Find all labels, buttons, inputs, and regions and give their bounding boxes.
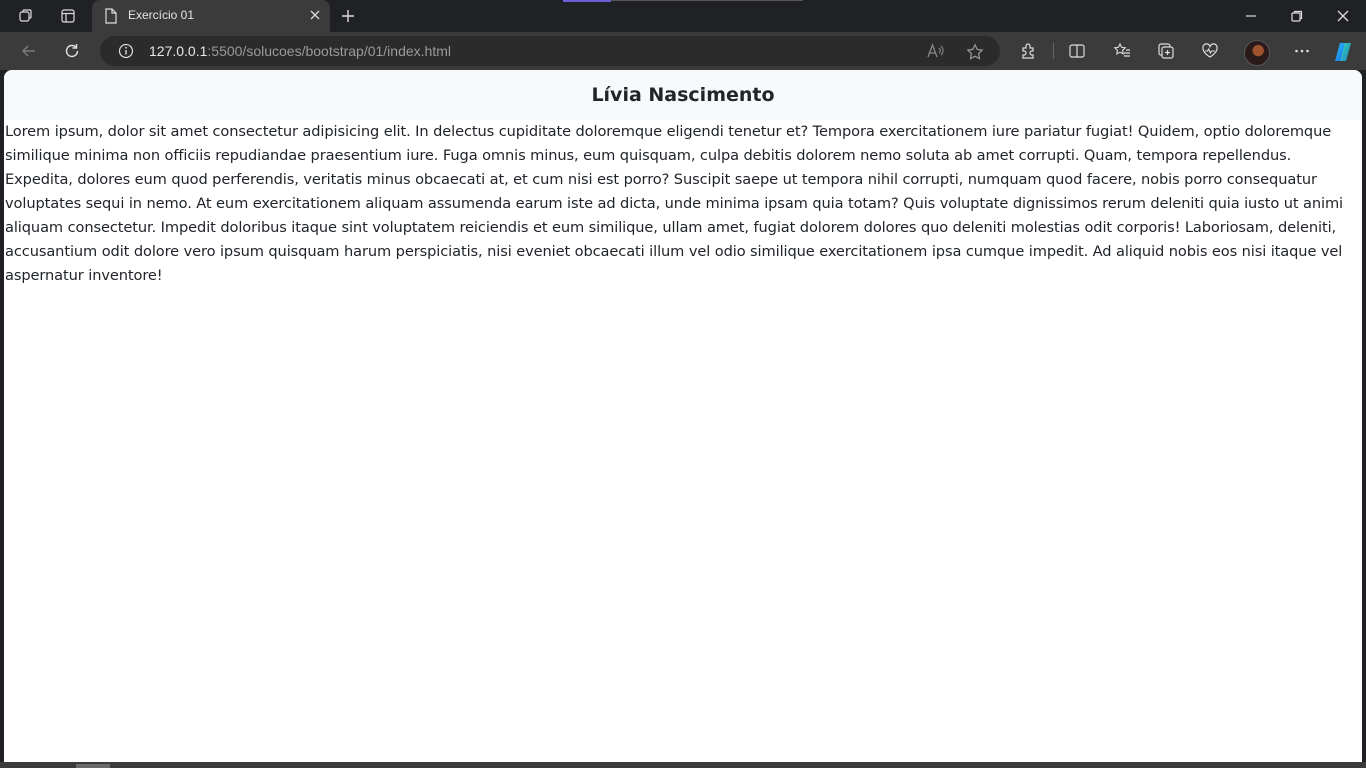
- new-tab-icon[interactable]: [340, 8, 356, 24]
- restore-icon[interactable]: [1290, 9, 1304, 23]
- extensions-icon[interactable]: [1020, 42, 1038, 60]
- workspaces-icon[interactable]: [18, 8, 34, 24]
- split-screen-icon[interactable]: [1068, 42, 1086, 60]
- favorites-icon[interactable]: [1113, 42, 1131, 60]
- refresh-icon[interactable]: [63, 42, 81, 60]
- tab-actions-icon[interactable]: [60, 8, 76, 24]
- close-window-icon[interactable]: [1336, 9, 1350, 23]
- more-options-icon[interactable]: [1293, 42, 1311, 60]
- window-bottom-edge: [0, 762, 1366, 768]
- active-tab[interactable]: Exercício 01: [92, 0, 330, 32]
- read-aloud-icon[interactable]: [926, 43, 944, 59]
- toolbar-separator: [1053, 43, 1054, 59]
- page-header: Lívia Nascimento: [4, 70, 1362, 120]
- page-icon: [104, 8, 118, 24]
- page-viewport: Lívia Nascimento Lorem ipsum, dolor sit …: [4, 70, 1362, 762]
- lorem-paragraph: Lorem ipsum, dolor sit amet consectetur …: [5, 123, 1344, 284]
- tab-group-indicator: [563, 0, 611, 2]
- title-bar: Exercício 01: [0, 0, 1366, 32]
- back-icon[interactable]: [20, 42, 38, 60]
- tab-title: Exercício 01: [128, 8, 195, 22]
- minimize-icon[interactable]: [1244, 9, 1258, 23]
- horizontal-scroll-indicator[interactable]: [76, 764, 110, 768]
- collections-icon[interactable]: [1157, 42, 1175, 60]
- page-title: Lívia Nascimento: [591, 84, 775, 106]
- close-tab-icon[interactable]: [308, 8, 322, 22]
- browser-essentials-icon[interactable]: [1201, 42, 1219, 60]
- url-text[interactable]: 127.0.0.1:5500/solucoes/bootstrap/01/ind…: [149, 43, 451, 59]
- profile-avatar[interactable]: [1244, 40, 1270, 66]
- browser-toolbar: 127.0.0.1:5500/solucoes/bootstrap/01/ind…: [0, 32, 1366, 70]
- site-info-icon[interactable]: [118, 43, 134, 59]
- url-host: 127.0.0.1: [149, 43, 208, 59]
- tab-strip-divider: [611, 0, 803, 1]
- url-path: :5500/solucoes/bootstrap/01/index.html: [207, 43, 451, 59]
- favorite-star-icon[interactable]: [966, 43, 984, 61]
- address-bar[interactable]: 127.0.0.1:5500/solucoes/bootstrap/01/ind…: [100, 36, 1000, 66]
- copilot-icon[interactable]: [1332, 41, 1354, 63]
